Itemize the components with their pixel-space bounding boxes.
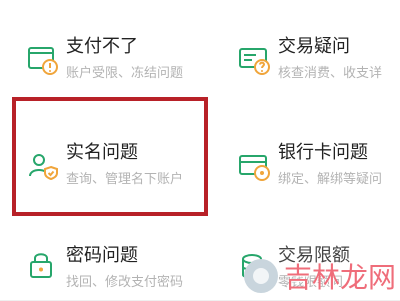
menu-item-password[interactable]: 密码问题 找回、修改支付密码 bbox=[26, 245, 206, 301]
menu-item-title: 银行卡问题 bbox=[278, 142, 368, 163]
menu-item-title: 支付不了 bbox=[66, 36, 138, 57]
menu-item-transaction-question[interactable]: 交易疑问 核查消费、收支详 bbox=[238, 36, 400, 92]
menu-item-title: 密码问题 bbox=[66, 245, 138, 266]
highlight-frame bbox=[12, 97, 208, 216]
site-watermark: 吉林龙网 bbox=[243, 256, 396, 296]
menu-item-title: 交易疑问 bbox=[278, 36, 350, 57]
menu-item-subtitle: 找回、修改支付密码 bbox=[66, 275, 184, 290]
watermark-text: 吉林龙网 bbox=[283, 261, 396, 294]
menu-item-payment-failed[interactable]: 支付不了 账户受限、冻结问题 bbox=[26, 36, 206, 92]
service-menu-card: 支付不了 账户受限、冻结问题 交易疑问 核查消费、收支详 实名问题 查询、管理名… bbox=[0, 0, 400, 300]
lock-icon bbox=[26, 249, 60, 283]
menu-item-bank-card[interactable]: 银行卡问题 绑定、解绑等疑问 bbox=[238, 142, 400, 198]
bank-card-icon bbox=[238, 149, 272, 183]
transaction-question-icon bbox=[238, 43, 272, 77]
menu-item-subtitle: 账户受限、冻结问题 bbox=[66, 66, 184, 81]
watermark-logo-icon bbox=[243, 259, 278, 293]
menu-item-subtitle: 核查消费、收支详 bbox=[278, 66, 383, 81]
menu-item-subtitle: 绑定、解绑等疑问 bbox=[278, 172, 383, 187]
warning-wallet-icon bbox=[26, 43, 60, 77]
